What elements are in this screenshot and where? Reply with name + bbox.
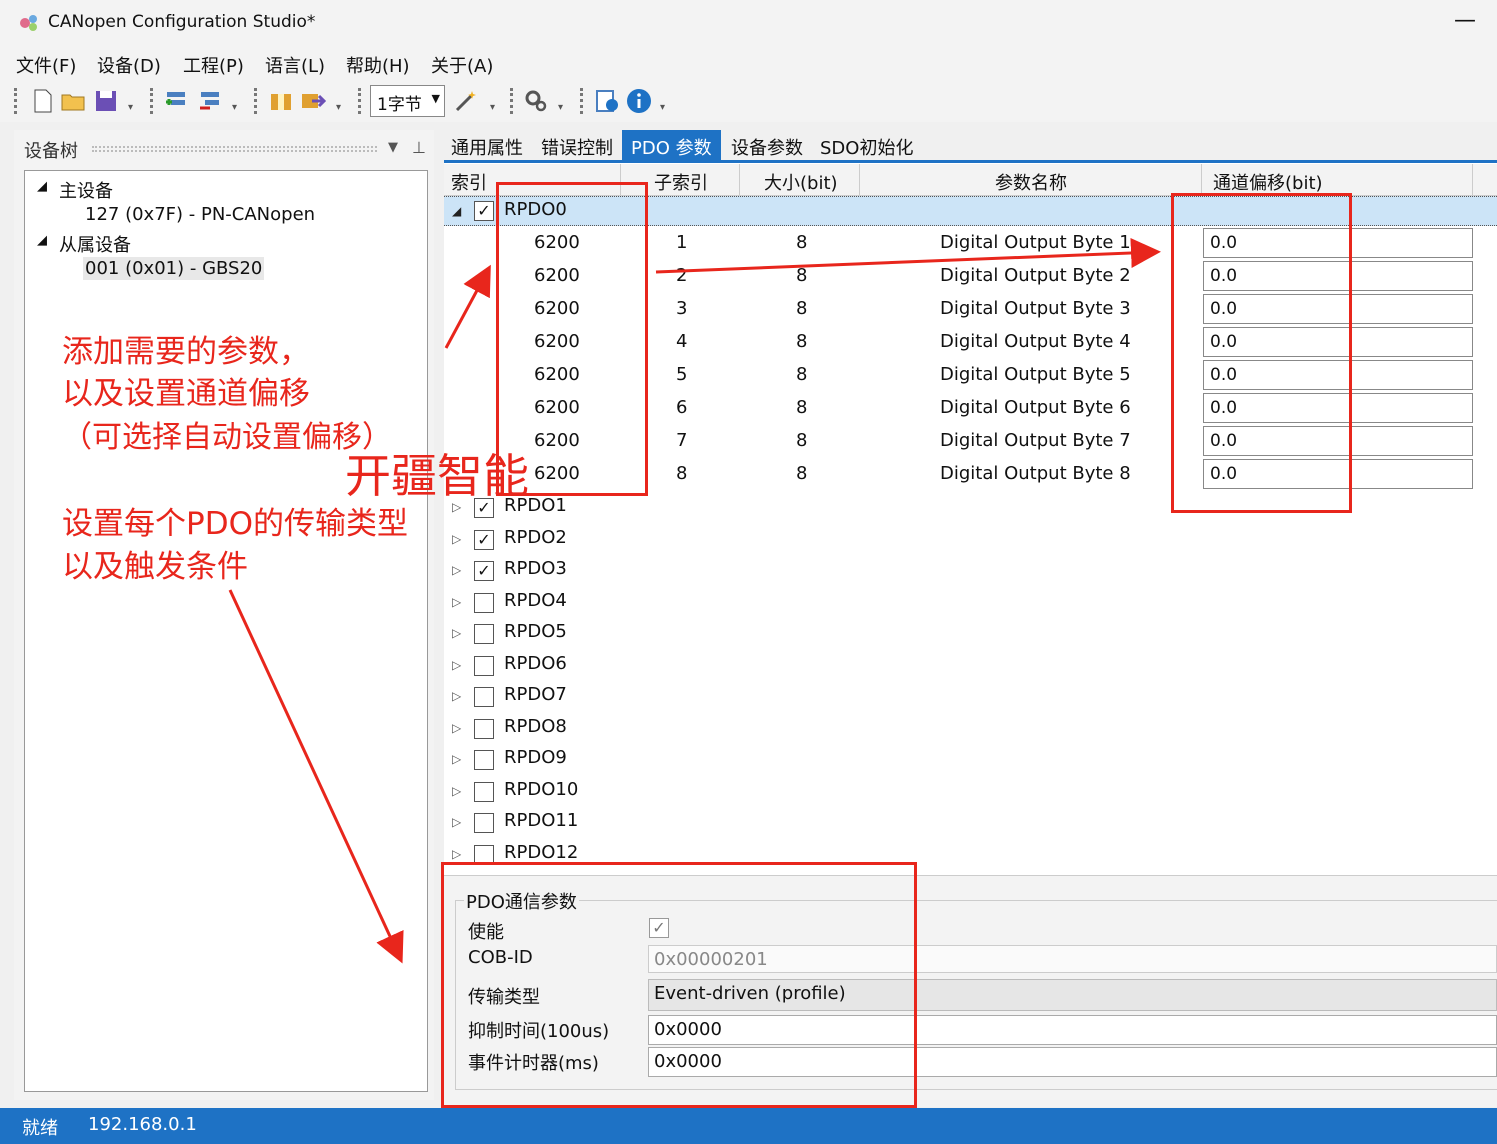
annotation-arrows [228, 237, 1161, 964]
